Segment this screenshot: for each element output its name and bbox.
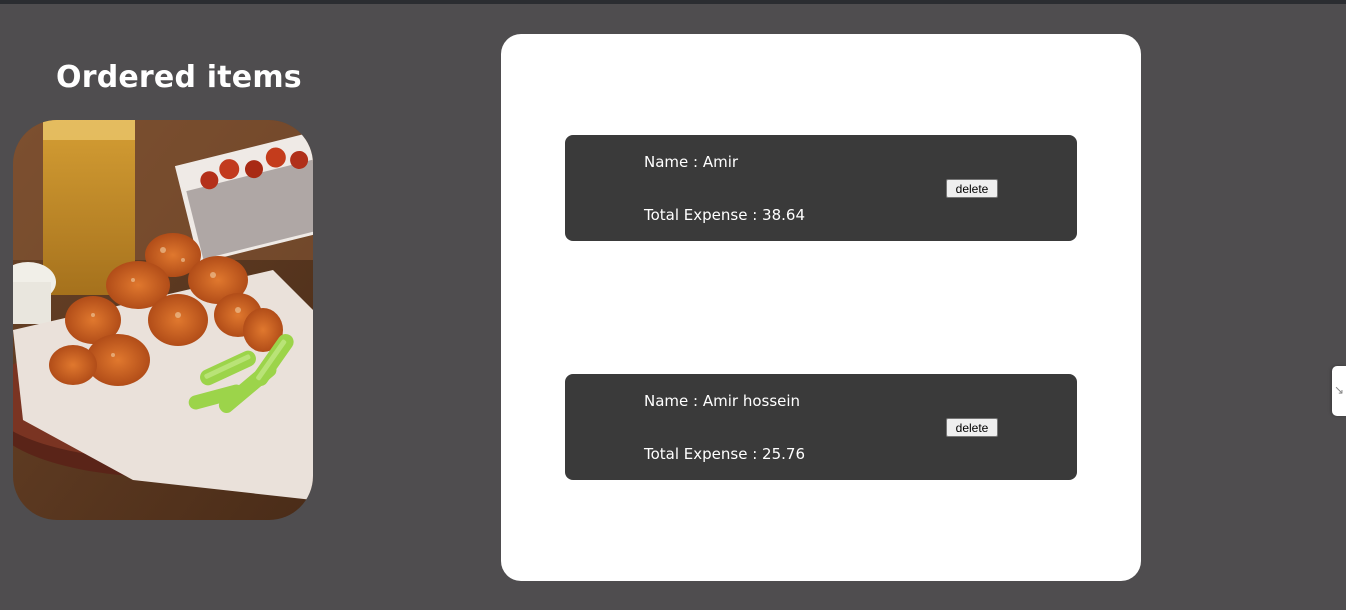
delete-button[interactable]: delete: [946, 418, 998, 437]
order-card: Name : Amir hossein delete Total Expense…: [565, 374, 1077, 480]
delete-button[interactable]: delete: [946, 179, 998, 198]
feedback-icon: ↘: [1334, 383, 1345, 397]
order-name: Name : Amir hossein: [644, 392, 801, 410]
side-feedback-tab[interactable]: ↘: [1332, 366, 1346, 416]
food-image: [13, 120, 313, 520]
page-title: Ordered items: [56, 60, 302, 95]
order-total-expense: Total Expense : 25.76: [644, 445, 805, 463]
order-card: Name : Amir delete Total Expense : 38.64: [565, 135, 1077, 241]
order-total-expense: Total Expense : 38.64: [644, 206, 805, 224]
order-name: Name : Amir: [644, 153, 739, 171]
browser-top-bar: [0, 0, 1346, 4]
orders-panel: Name : Amir delete Total Expense : 38.64…: [501, 34, 1141, 581]
